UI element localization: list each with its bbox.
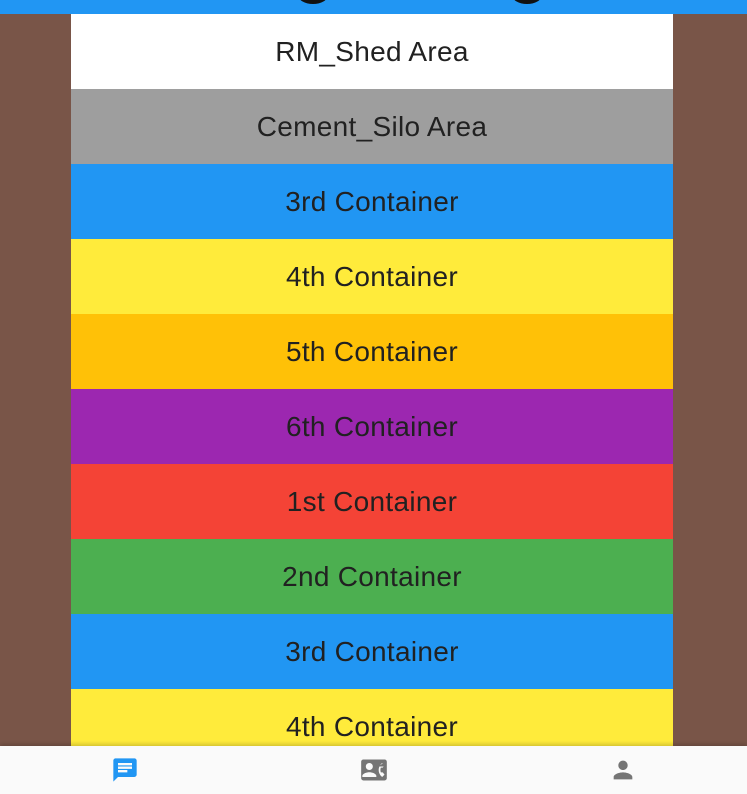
nav-tab-chat[interactable] (0, 746, 249, 794)
app-bar-icon-right (512, 0, 542, 4)
list-item-3rd-container-2[interactable]: 3rd Container (71, 614, 673, 689)
list-item-1st-container[interactable]: 1st Container (71, 464, 673, 539)
list-item-2nd-container[interactable]: 2nd Container (71, 539, 673, 614)
nav-tab-contact-mail[interactable] (249, 746, 498, 794)
bottom-navigation-bar (0, 746, 747, 794)
list-item-rm-shed-area[interactable]: RM_Shed Area (71, 14, 673, 89)
app-bar-icon-left (298, 0, 328, 4)
list-item-3rd-container[interactable]: 3rd Container (71, 164, 673, 239)
nav-tab-profile[interactable] (498, 746, 747, 794)
list-item-5th-container[interactable]: 5th Container (71, 314, 673, 389)
contact-mail-icon (358, 756, 390, 784)
app-bar (0, 0, 747, 14)
container-list[interactable]: RM_Shed Area Cement_Silo Area 3rd Contai… (71, 14, 673, 746)
list-item-4th-container[interactable]: 4th Container (71, 239, 673, 314)
list-item-6th-container[interactable]: 6th Container (71, 389, 673, 464)
list-item-4th-container-2[interactable]: 4th Container (71, 689, 673, 746)
chat-icon (111, 756, 139, 784)
list-item-cement-silo-area[interactable]: Cement_Silo Area (71, 89, 673, 164)
person-icon (609, 756, 637, 784)
